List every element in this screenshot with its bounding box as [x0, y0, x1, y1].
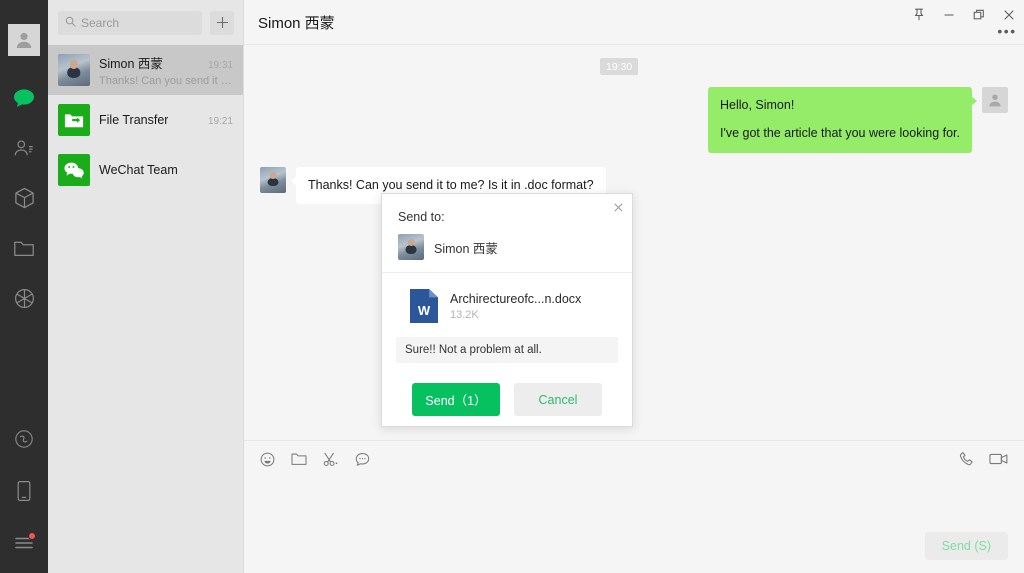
- list-item-content: Simon 西蒙 19:31 Thanks! Can you send it t…: [99, 53, 233, 87]
- sidebar-item-chats[interactable]: [8, 82, 40, 114]
- list-item-time: 19:31: [207, 60, 233, 71]
- word-doc-icon: W: [410, 289, 438, 323]
- call-tools: [959, 451, 1008, 467]
- sidebar-item-contacts[interactable]: [8, 132, 40, 164]
- message-text: Hello, Simon!: [719, 98, 795, 112]
- folder-icon: [13, 239, 35, 258]
- list-item-content: File Transfer 19:21: [99, 113, 233, 127]
- chat-list-panel: Search Simon 西蒙 19:31 Thanks! Can you se…: [48, 0, 244, 573]
- send-row: Send (S): [244, 529, 1024, 573]
- send-file-dialog: Send to: Simon 西蒙 W Archirectureofc...n.…: [381, 193, 633, 427]
- phone-icon[interactable]: [959, 451, 975, 467]
- sidebar-item-favorites[interactable]: [8, 232, 40, 264]
- more-options-button[interactable]: •••: [994, 20, 1020, 42]
- video-camera-icon[interactable]: [989, 452, 1008, 466]
- file-meta: Archirectureofc...n.docx 13.2K: [450, 292, 581, 321]
- sidebar-item-mini-program-panel[interactable]: [8, 423, 40, 455]
- dialog-title: Send to:: [398, 210, 445, 224]
- avatar: [58, 104, 90, 136]
- message-bubble[interactable]: Hello, Simon! I've got the article that …: [707, 87, 978, 153]
- contacts-icon: [13, 138, 35, 158]
- menu-notification-badge: [28, 532, 36, 540]
- time-divider: 19:30: [260, 58, 1008, 75]
- file-transfer-icon: [58, 104, 90, 136]
- folder-icon[interactable]: [291, 452, 307, 466]
- timestamp-badge: 19:30: [600, 58, 639, 75]
- maximize-button[interactable]: [964, 2, 994, 32]
- file-size: 13.2K: [450, 308, 479, 321]
- avatar: [58, 54, 90, 86]
- list-item[interactable]: WeChat Team: [48, 145, 243, 195]
- chat-history-icon[interactable]: [355, 452, 370, 467]
- avatar: [260, 166, 286, 193]
- list-item-name: Simon 西蒙: [99, 57, 163, 71]
- list-item[interactable]: File Transfer 19:21: [48, 95, 243, 145]
- avatar: [982, 87, 1008, 113]
- wechat-logo-icon: [58, 154, 90, 186]
- dialog-cancel-button[interactable]: Cancel: [514, 383, 602, 416]
- chat-bubble-icon: [13, 88, 35, 108]
- add-chat-button[interactable]: [210, 10, 234, 35]
- dialog-recipient[interactable]: Simon 西蒙: [382, 224, 632, 273]
- maximize-icon: [973, 8, 985, 26]
- list-item-header: File Transfer 19:21: [99, 113, 233, 127]
- dialog-close-button[interactable]: [609, 198, 627, 216]
- list-item-time: 19:21: [207, 116, 233, 127]
- message-composer: Send (S): [244, 440, 1024, 573]
- composer-toolbar: [244, 441, 1024, 477]
- message-list: 19:30 Hello, Simon! I've got the article…: [244, 45, 1024, 440]
- search-icon: [65, 14, 76, 32]
- minimize-button[interactable]: [934, 2, 964, 32]
- box-icon: [14, 187, 35, 209]
- sidebar-item-menu[interactable]: [8, 527, 40, 559]
- chat-list: Simon 西蒙 19:31 Thanks! Can you send it t…: [48, 45, 243, 573]
- mini-program-icon: [14, 429, 34, 449]
- list-item-header: WeChat Team: [99, 163, 233, 177]
- list-item-name: File Transfer: [99, 113, 169, 127]
- rail-bottom-group: [8, 423, 40, 573]
- message-text: I've got the article that you were looki…: [719, 126, 960, 141]
- sidebar-item-mini-programs[interactable]: [8, 182, 40, 214]
- chat-pane: ••• Simon 西蒙 19:30 Hello, Simon! I've go…: [244, 0, 1024, 573]
- dialog-send-button[interactable]: Send（1）: [412, 383, 500, 416]
- list-item[interactable]: Simon 西蒙 19:31 Thanks! Can you send it t…: [48, 45, 243, 95]
- search-row: Search: [48, 0, 243, 45]
- send-button[interactable]: Send (S): [924, 532, 1008, 560]
- minimize-icon: [943, 8, 955, 26]
- sidebar-item-moments[interactable]: [8, 282, 40, 314]
- file-name: Archirectureofc...n.docx: [450, 291, 582, 306]
- dialog-file-row: W Archirectureofc...n.docx 13.2K: [382, 273, 632, 335]
- sidebar-item-phone[interactable]: [8, 475, 40, 507]
- message-input[interactable]: [244, 477, 1024, 529]
- pin-button[interactable]: [904, 2, 934, 32]
- avatar: [58, 154, 90, 186]
- search-placeholder: Search: [81, 15, 120, 30]
- scissors-icon[interactable]: [323, 452, 339, 467]
- dialog-actions: Send（1） Cancel: [382, 363, 632, 416]
- list-item-name: WeChat Team: [99, 163, 178, 177]
- recipient-name: Simon 西蒙: [434, 241, 498, 256]
- nav-rail: [0, 0, 48, 573]
- avatar[interactable]: [8, 24, 40, 56]
- list-item-preview: Thanks! Can you send it to m...: [99, 75, 233, 87]
- list-item-content: WeChat Team: [99, 163, 233, 177]
- wechat-window: Search Simon 西蒙 19:31 Thanks! Can you se…: [0, 0, 1024, 573]
- emoji-smiley-icon[interactable]: [260, 452, 275, 467]
- mobile-icon: [16, 480, 32, 502]
- message-row-outgoing: Hello, Simon! I've got the article that …: [260, 87, 1008, 153]
- aperture-icon: [14, 288, 35, 309]
- list-item-header: Simon 西蒙 19:31: [99, 53, 233, 72]
- svg-text:W: W: [418, 303, 431, 318]
- pin-icon: [913, 8, 925, 26]
- dialog-note-input[interactable]: Sure!! Not a problem at all.: [396, 337, 618, 363]
- page-title: Simon 西蒙: [258, 14, 335, 32]
- search-input[interactable]: Search: [58, 10, 202, 35]
- avatar: [398, 234, 424, 260]
- message-row-incoming: Thanks! Can you send it to me? Is it in …: [260, 166, 1008, 205]
